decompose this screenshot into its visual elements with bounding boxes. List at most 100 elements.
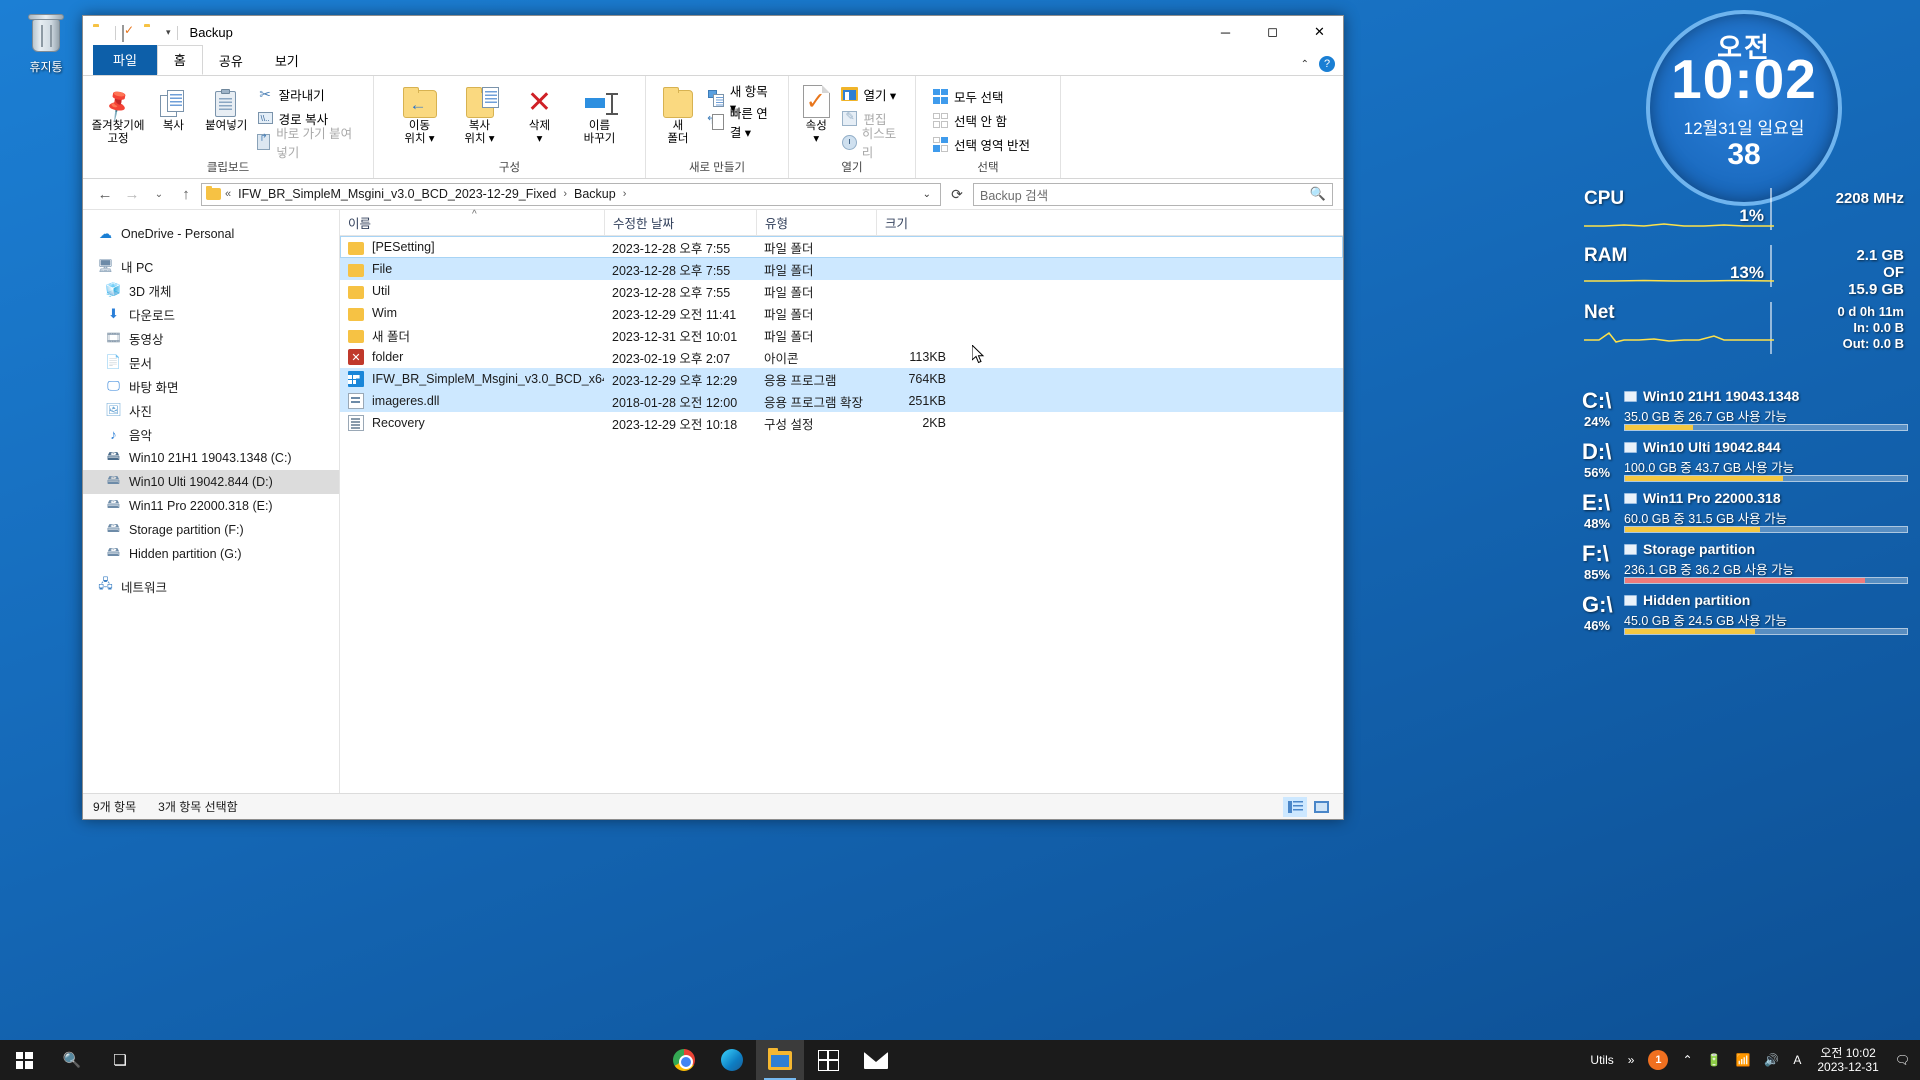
paste-shortcut-button[interactable]: 바로 가기 붙여넣기 xyxy=(255,127,367,160)
tab-share[interactable]: 공유 xyxy=(203,47,259,75)
taskbar-search-button[interactable]: 🔍 xyxy=(48,1040,96,1080)
delete-button[interactable]: ✕ 삭제 ▾ xyxy=(510,80,570,150)
nav-item-downloads[interactable]: ⬇ 다운로드 xyxy=(83,302,339,326)
nav-item-3d-objects[interactable]: 🧊 3D 개체 xyxy=(83,278,339,302)
nav-item-documents[interactable]: 📄 문서 xyxy=(83,350,339,374)
help-icon[interactable]: ? xyxy=(1319,56,1335,72)
back-button[interactable]: ← xyxy=(93,182,117,206)
network-icon[interactable]: 📶 xyxy=(1729,1040,1756,1080)
file-explorer-taskbar-icon[interactable] xyxy=(756,1040,804,1080)
address-bar[interactable]: « IFW_BR_SimpleM_Msgini_v3.0_BCD_2023-12… xyxy=(201,182,941,206)
nav-item-music[interactable]: ♪ 음악 xyxy=(83,422,339,446)
edge-taskbar-icon[interactable] xyxy=(708,1040,756,1080)
up-button[interactable]: ↑ xyxy=(174,182,198,206)
notification-icon[interactable]: 🗨 xyxy=(1889,1040,1916,1080)
history-button[interactable]: 히스토리 xyxy=(839,127,909,160)
nav-item-drive-e[interactable]: 🖴 Win11 Pro 22000.318 (E:) xyxy=(83,494,339,518)
table-row[interactable]: ✕ folder 2023-02-19 오후 2:07 아이콘 113KB xyxy=(340,346,1343,368)
tray-badge-icon[interactable]: 1 xyxy=(1642,1040,1674,1080)
details-view-button[interactable] xyxy=(1283,796,1307,817)
refresh-button[interactable]: ⟳ xyxy=(944,182,970,206)
properties-button[interactable]: 속성 ▾ xyxy=(795,80,837,150)
select-none-button[interactable]: 선택 안 함 xyxy=(930,108,1036,132)
table-row[interactable]: Util 2023-12-28 오후 7:55 파일 폴더 xyxy=(340,280,1343,302)
show-hidden-icons-caret[interactable]: ⌃ xyxy=(1676,1040,1698,1080)
folder-icon[interactable] xyxy=(93,26,109,40)
nav-item-drive-c[interactable]: 🖴 Win10 21H1 19043.1348 (C:) xyxy=(83,446,339,470)
nav-item-pictures[interactable]: 🖼 사진 xyxy=(83,398,339,422)
nav-item-desktop[interactable]: 🖵 바탕 화면 xyxy=(83,374,339,398)
table-row[interactable]: 새 폴더 2023-12-31 오전 10:01 파일 폴더 xyxy=(340,324,1343,346)
table-row[interactable]: Recovery 2023-12-29 오전 10:18 구성 설정 2KB xyxy=(340,412,1343,434)
column-header-name[interactable]: ^ 이름 xyxy=(340,208,604,236)
table-row[interactable]: Wim 2023-12-29 오전 11:41 파일 폴더 xyxy=(340,302,1343,324)
copy-button[interactable]: 복사 xyxy=(147,80,200,137)
search-input[interactable]: Backup 검색 🔍 xyxy=(973,182,1333,206)
battery-icon[interactable]: 🔋 xyxy=(1701,1040,1728,1080)
nav-item-drive-g[interactable]: 🖴 Hidden partition (G:) xyxy=(83,542,339,566)
breadcrumb-separator[interactable]: › xyxy=(563,188,567,200)
start-button[interactable] xyxy=(0,1040,48,1080)
taskbar-clock[interactable]: 오전 10:02 2023-12-31 xyxy=(1809,1046,1886,1074)
os-drive-icon: 🖴 xyxy=(106,448,121,463)
open-button[interactable]: 열기 ▾ xyxy=(839,82,909,106)
nav-item-network[interactable]: 🖧 네트워크 xyxy=(83,574,339,598)
nav-label: 3D 개체 xyxy=(129,284,172,299)
close-button[interactable]: ✕ xyxy=(1296,16,1343,48)
new-folder-icon[interactable] xyxy=(144,26,160,40)
column-header-size[interactable]: 크기 xyxy=(876,209,954,236)
invert-selection-button[interactable]: 선택 영역 반전 xyxy=(930,132,1036,156)
table-row[interactable]: IFW_BR_SimpleM_Msgini_v3.0_BCD_x64 2023-… xyxy=(340,368,1343,390)
nav-item-drive-f[interactable]: 🖴 Storage partition (F:) xyxy=(83,518,339,542)
move-to-button[interactable]: ← 이동 위치 ▾ xyxy=(390,80,450,150)
tab-view[interactable]: 보기 xyxy=(259,47,315,75)
tab-file[interactable]: 파일 xyxy=(93,45,157,75)
tray-overflow-caret[interactable]: » xyxy=(1622,1040,1641,1080)
desktop-icon-recycle-bin[interactable]: 휴지통 xyxy=(10,10,82,75)
minimize-button[interactable]: ─ xyxy=(1202,16,1249,48)
mail-taskbar-icon[interactable] xyxy=(852,1040,900,1080)
ribbon-group-label-clipboard: 클립보드 xyxy=(206,162,250,174)
volume-icon[interactable]: 🔊 xyxy=(1758,1040,1785,1080)
breadcrumb-item-2[interactable]: Backup xyxy=(571,186,619,202)
customize-qat-caret[interactable]: ▾ xyxy=(166,27,171,38)
tray-utils-label[interactable]: Utils xyxy=(1584,1040,1619,1080)
nav-item-drive-d[interactable]: 🖴 Win10 Ulti 19042.844 (D:) xyxy=(83,470,339,494)
properties-icon[interactable] xyxy=(122,24,138,42)
drive-info: 60.0 GB 중 31.5 GB 사용 가능 xyxy=(1624,512,1788,526)
table-row[interactable]: [PESetting] 2023-12-28 오후 7:55 파일 폴더 xyxy=(340,236,1343,258)
nav-item-this-pc[interactable]: 🖥 내 PC xyxy=(83,254,339,278)
breadcrumb-separator[interactable]: › xyxy=(623,188,627,200)
paste-button[interactable]: 붙여넣기 xyxy=(200,80,253,137)
column-header-type[interactable]: 유형 xyxy=(756,209,876,236)
ime-indicator[interactable]: A xyxy=(1787,1040,1807,1080)
file-name: Util xyxy=(372,284,391,298)
rename-button[interactable]: 이름 바꾸기 xyxy=(570,80,630,150)
search-icon[interactable]: 🔍 xyxy=(1310,186,1326,202)
column-header-modified[interactable]: 수정한 날짜 xyxy=(604,209,756,236)
forward-button[interactable]: → xyxy=(120,182,144,206)
chrome-taskbar-icon[interactable] xyxy=(660,1040,708,1080)
new-folder-button[interactable]: 새 폴더 xyxy=(652,80,704,150)
cut-button[interactable]: ✂ 잘라내기 xyxy=(255,82,367,106)
select-all-button[interactable]: 모두 선택 xyxy=(930,84,1036,108)
recent-locations-button[interactable]: ⌄ xyxy=(147,182,171,206)
pin-to-quick-access-button[interactable]: 📌 즐겨찾기에 고정 xyxy=(89,80,147,150)
tab-home[interactable]: 홈 xyxy=(156,45,203,75)
sort-ascending-icon: ^ xyxy=(472,208,477,220)
nav-item-onedrive[interactable]: ☁ OneDrive - Personal xyxy=(83,222,339,246)
file-type: 파일 폴더 xyxy=(764,329,814,344)
address-dropdown-caret[interactable]: ⌄ xyxy=(918,189,936,200)
nav-item-videos[interactable]: 🎞 동영상 xyxy=(83,326,339,350)
ram-used-value: 2.1 GB xyxy=(1856,247,1904,264)
table-row[interactable]: imageres.dll 2018-01-28 오전 12:00 응용 프로그램… xyxy=(340,390,1343,412)
breadcrumb-item-1[interactable]: IFW_BR_SimpleM_Msgini_v3.0_BCD_2023-12-2… xyxy=(235,186,559,202)
easy-access-button[interactable]: 빠른 연결 ▾ xyxy=(706,107,782,140)
task-view-button[interactable]: ❏ xyxy=(96,1040,144,1080)
maximize-button[interactable]: ◻ xyxy=(1249,16,1296,48)
collapse-ribbon-caret[interactable]: ⌃ xyxy=(1301,59,1309,70)
large-icons-view-button[interactable] xyxy=(1309,797,1333,817)
microsoft-store-taskbar-icon[interactable] xyxy=(804,1040,852,1080)
table-row[interactable]: File 2023-12-28 오후 7:55 파일 폴더 xyxy=(340,258,1343,280)
copy-to-button[interactable]: 복사 위치 ▾ xyxy=(450,80,510,150)
